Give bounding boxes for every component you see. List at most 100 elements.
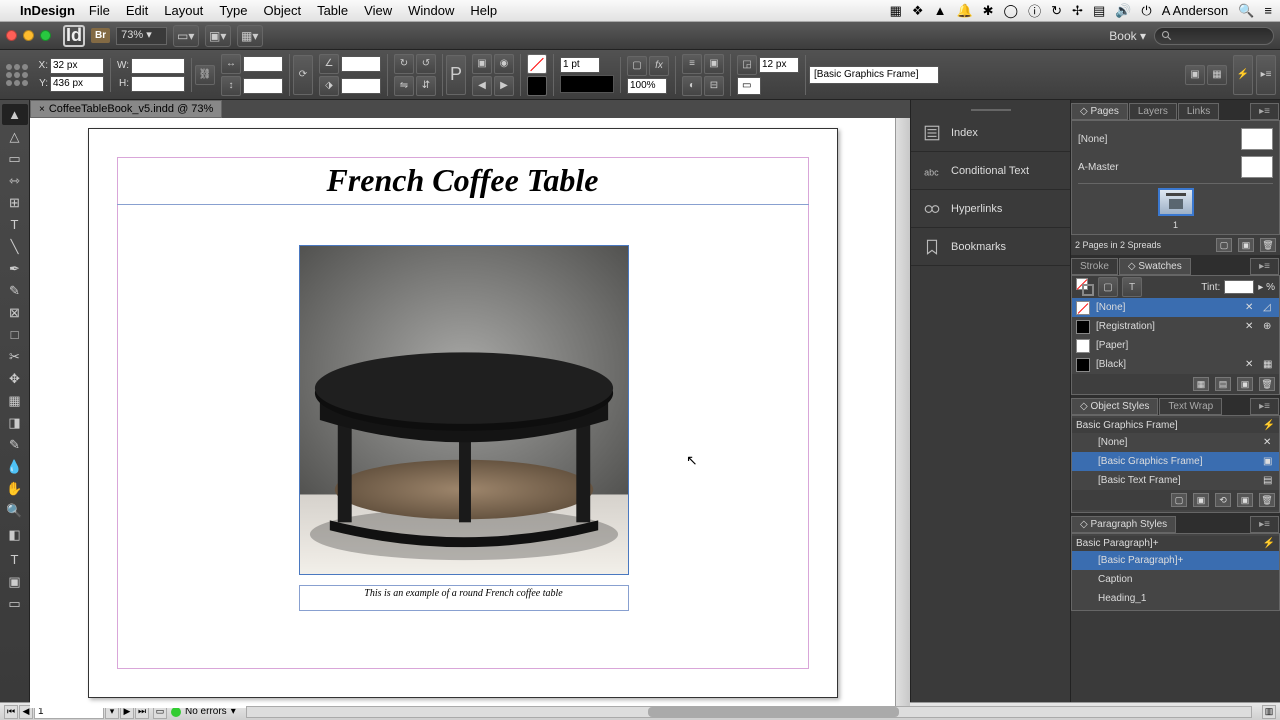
zoom-tool[interactable]: 🔍 — [2, 500, 28, 521]
scale-y-input[interactable] — [243, 78, 283, 94]
menu-view[interactable]: View — [364, 3, 392, 18]
fill-stroke-proxy[interactable] — [1076, 278, 1094, 296]
y-position-input[interactable]: 436 px — [50, 76, 104, 92]
fitting-button-1[interactable]: ▣ — [1185, 65, 1205, 85]
first-page-button[interactable]: ⏮ — [4, 705, 18, 719]
close-window-button[interactable] — [6, 30, 17, 41]
direct-selection-tool[interactable]: △ — [2, 126, 28, 147]
dock-gripper[interactable] — [911, 106, 1070, 114]
master-a-thumb[interactable] — [1241, 156, 1273, 178]
swatches-tab[interactable]: ◇ Swatches — [1119, 258, 1191, 275]
scale-x-button[interactable]: ↔ — [221, 54, 241, 74]
content-collector-tool[interactable]: ⊞ — [2, 192, 28, 213]
eyedropper-tool[interactable]: 💧 — [2, 456, 28, 477]
page-1-thumb[interactable] — [1158, 188, 1194, 216]
select-prev-button[interactable]: ◀ — [472, 76, 492, 96]
corner-shape-dropdown[interactable]: ▭ — [737, 77, 761, 95]
pages-panel-menu[interactable]: ▸≡ — [1250, 103, 1279, 120]
close-tab-icon[interactable]: × — [39, 104, 45, 115]
swatch-row-black[interactable]: [Black]✕▦ — [1072, 355, 1279, 374]
swatch-view-1[interactable]: ▦ — [1193, 377, 1209, 391]
stroke-weight-input[interactable]: 1 pt — [560, 57, 600, 73]
objstyle-none[interactable]: [None]✕ — [1072, 433, 1279, 452]
object-styles-tab[interactable]: ◇ Object Styles — [1071, 398, 1158, 415]
swatch-row-paper[interactable]: [Paper] — [1072, 336, 1279, 355]
quick-apply-button[interactable]: ⚡ — [1233, 55, 1253, 95]
menu-window[interactable]: Window — [408, 3, 454, 18]
view-options-button[interactable]: ▭▾ — [173, 25, 199, 47]
split-view-button[interactable]: ▥ — [1262, 705, 1276, 719]
new-objstyle-button[interactable]: ▣ — [1237, 493, 1253, 507]
apply-color-button[interactable]: T — [2, 549, 28, 570]
notifications-icon[interactable]: 🔔 — [956, 3, 972, 19]
fx-button[interactable]: fx — [649, 56, 669, 76]
minimize-window-button[interactable] — [23, 30, 34, 41]
bookmarks-panel-button[interactable]: Bookmarks — [911, 228, 1070, 266]
document-page[interactable]: French Coffee Table — [88, 128, 838, 698]
note-tool[interactable]: ✎ — [2, 434, 28, 455]
objstyle-basic-text[interactable]: [Basic Text Frame]▤ — [1072, 471, 1279, 490]
gradient-feather-tool[interactable]: ◨ — [2, 412, 28, 433]
sys-icon-user[interactable]: ▲ — [934, 3, 947, 18]
user-name[interactable]: A Anderson — [1162, 3, 1229, 18]
paragraph-styles-tab[interactable]: ◇ Paragraph Styles — [1071, 516, 1176, 533]
workspace-switcher[interactable]: Book ▾ — [1109, 29, 1146, 43]
sys-icon-1[interactable]: ▦ — [890, 3, 902, 19]
tint-input[interactable] — [1224, 280, 1254, 294]
menu-help[interactable]: Help — [470, 3, 497, 18]
horizontal-scrollbar[interactable] — [246, 706, 1252, 718]
view-mode-button[interactable]: ▭ — [2, 593, 28, 614]
rotate-90-ccw-button[interactable]: ↺ — [416, 54, 436, 74]
panel-menu-button[interactable]: ▸≡ — [1256, 55, 1276, 95]
menu-type[interactable]: Type — [219, 3, 247, 18]
info-icon[interactable]: ⓘ — [1028, 1, 1041, 20]
flip-h-button[interactable]: ⇋ — [394, 76, 414, 96]
type-tool[interactable]: T — [2, 214, 28, 235]
pages-tab[interactable]: ◇ Pages — [1071, 103, 1128, 120]
parastyle-caption[interactable]: Caption — [1072, 570, 1279, 589]
rotate-cw-button[interactable]: ⟳ — [293, 55, 313, 95]
pasteboard[interactable]: French Coffee Table — [30, 118, 895, 708]
swatches-panel-menu[interactable]: ▸≡ — [1250, 258, 1279, 275]
menu-object[interactable]: Object — [264, 3, 302, 18]
formatting-container-button[interactable]: ▢ — [1098, 277, 1118, 297]
menu-layout[interactable]: Layout — [164, 3, 203, 18]
edit-page-size-button[interactable]: ▢ — [1216, 238, 1232, 252]
free-transform-tool[interactable]: ✥ — [2, 368, 28, 389]
delete-objstyle-button[interactable]: 🗑 — [1259, 493, 1275, 507]
swatch-row-none[interactable]: [None]✕◿ — [1072, 298, 1279, 317]
select-container-button[interactable]: ▣ — [472, 54, 492, 74]
object-style-dropdown[interactable]: [Basic Graphics Frame] — [809, 66, 939, 84]
clear-overrides-button[interactable]: ⟲ — [1215, 493, 1231, 507]
zoom-level-dropdown[interactable]: 73% ▾ — [116, 27, 167, 45]
fill-stroke-toggle[interactable]: ◧ — [2, 522, 28, 548]
rotation-angle-button[interactable]: ∠ — [319, 54, 339, 74]
selection-tool[interactable]: ▲ — [2, 104, 28, 125]
new-page-button[interactable]: ▣ — [1238, 238, 1254, 252]
power-icon[interactable]: ⏻ — [1141, 3, 1151, 19]
timemachine-icon[interactable]: ↻ — [1051, 3, 1062, 19]
stroke-tab[interactable]: Stroke — [1071, 258, 1118, 275]
shear-button[interactable]: ⬗ — [319, 76, 339, 96]
links-tab[interactable]: Links — [1178, 103, 1219, 120]
wrap-jump-button[interactable]: ⊟ — [704, 76, 724, 96]
scale-y-button[interactable]: ↕ — [221, 76, 241, 96]
parastyle-basic[interactable]: [Basic Paragraph]+ — [1072, 551, 1279, 570]
sys-icon-5[interactable]: ◯ — [1004, 3, 1019, 19]
reference-point-selector[interactable] — [4, 62, 30, 88]
drop-shadow-button[interactable]: ▢ — [627, 56, 647, 76]
menu-table[interactable]: Table — [317, 3, 348, 18]
image-frame[interactable] — [299, 245, 629, 575]
menu-edit[interactable]: Edit — [126, 3, 148, 18]
help-search-field[interactable] — [1154, 27, 1274, 45]
default-fill-stroke-button[interactable]: ▣ — [2, 571, 28, 592]
page-tool[interactable]: ▭ — [2, 148, 28, 169]
select-next-button[interactable]: ▶ — [494, 76, 514, 96]
screen-mode-button[interactable]: ▣▾ — [205, 25, 231, 47]
app-name-menu[interactable]: InDesign — [20, 3, 75, 18]
pen-tool[interactable]: ✒ — [2, 258, 28, 279]
vertical-scrollbar[interactable] — [895, 118, 910, 708]
line-tool[interactable]: ╲ — [2, 236, 28, 257]
rectangle-frame-tool[interactable]: ⊠ — [2, 302, 28, 323]
date-icon[interactable]: ▤ — [1093, 3, 1105, 19]
